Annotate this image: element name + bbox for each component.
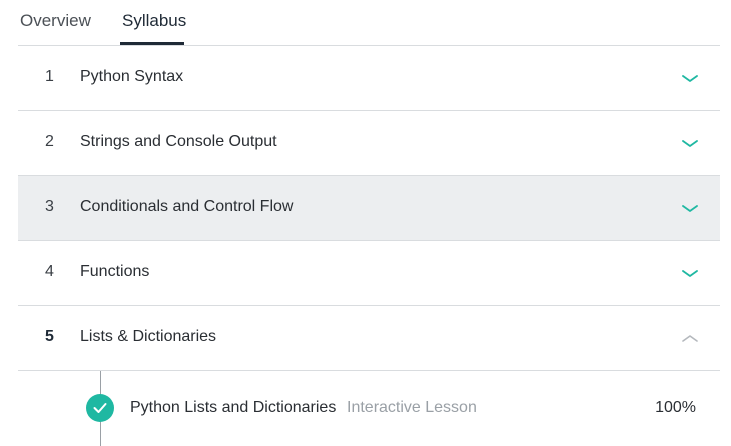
lesson-item: Python Lists and Dictionaries Interactiv… <box>18 371 720 446</box>
tab-overview[interactable]: Overview <box>20 11 91 31</box>
item-number: 2 <box>45 133 54 150</box>
syllabus-item-strings-console-output[interactable]: 2 Strings and Console Output <box>18 111 720 176</box>
check-circle-icon <box>86 394 114 422</box>
chevron-down-icon[interactable] <box>682 202 698 214</box>
chevron-up-icon[interactable] <box>682 332 698 344</box>
syllabus-item-conditionals-control-flow[interactable]: 3 Conditionals and Control Flow <box>18 176 720 241</box>
lesson-title-link[interactable]: Python Lists and Dictionaries <box>130 399 336 417</box>
tab-syllabus[interactable]: Syllabus <box>122 11 186 31</box>
item-number: 1 <box>45 68 54 85</box>
item-title: Python Syntax <box>80 68 184 85</box>
item-title: Conditionals and Control Flow <box>80 198 294 215</box>
syllabus-item-functions[interactable]: 4 Functions <box>18 241 720 306</box>
chevron-down-icon[interactable] <box>682 137 698 149</box>
lesson-type-label: Interactive Lesson <box>347 399 477 416</box>
lesson-progress: 100% <box>655 399 696 416</box>
item-title: Lists & Dictionaries <box>80 328 217 345</box>
syllabus-item-lists-dictionaries[interactable]: 5 Lists & Dictionaries <box>18 306 720 371</box>
chevron-down-icon[interactable] <box>682 267 698 279</box>
syllabus-item-python-syntax[interactable]: 1 Python Syntax <box>18 46 720 111</box>
item-title: Functions <box>80 263 150 280</box>
tab-bar: Overview Syllabus <box>0 0 731 46</box>
syllabus-list: 1 Python Syntax 2 Strings and Console Ou… <box>18 46 720 371</box>
chevron-down-icon[interactable] <box>682 72 698 84</box>
item-number: 4 <box>45 263 54 280</box>
item-number: 3 <box>45 198 54 215</box>
item-number: 5 <box>45 328 54 345</box>
item-title: Strings and Console Output <box>80 133 277 150</box>
